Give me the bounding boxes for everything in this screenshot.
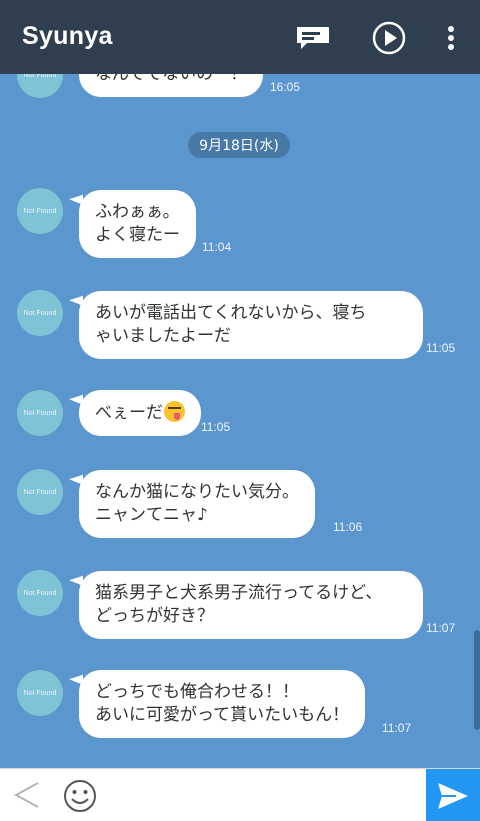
message-bubble[interactable]: あいが電話出てくれないから、寝ち ゃいましたよーだ (79, 291, 423, 359)
message-bubble[interactable]: なんででないのー！ (79, 74, 264, 97)
date-separator: 9月18日(水) (188, 132, 290, 158)
message-time: 16:05 (270, 80, 301, 94)
message-time: 11:04 (202, 240, 232, 254)
message-bubble[interactable]: ふわぁぁ。 よく寝たー (79, 190, 196, 258)
message-bubble[interactable]: なんか猫になりたい気分。 ニャンてニャ♪ (79, 470, 315, 538)
notes-icon[interactable] (294, 20, 332, 56)
chat-area[interactable]: Not Found なんででないのー！ 16:05 9月18日(水) Not F… (0, 74, 480, 768)
top-bar: Syunya (0, 0, 480, 74)
message-bubble[interactable]: どっちでも俺合わせる！！ あいに可愛がって貰いたいもん！ (79, 670, 366, 738)
message-time: 11:06 (333, 520, 363, 534)
avatar[interactable]: Not Found (17, 670, 63, 716)
avatar[interactable]: Not Found (17, 469, 63, 515)
chat-title: Syunya (22, 22, 113, 50)
avatar[interactable]: Not Found (17, 390, 63, 436)
smiley-icon[interactable] (62, 778, 98, 814)
play-icon[interactable] (370, 20, 408, 56)
avatar[interactable]: Not Found (17, 188, 63, 234)
message-time: 11:05 (201, 420, 231, 434)
message-bubble[interactable]: べぇーだ (79, 390, 201, 436)
scrollbar[interactable] (474, 630, 480, 730)
input-bar (0, 768, 480, 821)
message-time: 11:07 (382, 721, 412, 735)
send-icon (438, 782, 468, 809)
avatar[interactable]: Not Found (17, 74, 63, 98)
message-time: 11:05 (426, 341, 456, 355)
avatar[interactable]: Not Found (17, 570, 63, 616)
back-chevron-icon[interactable] (12, 779, 42, 811)
message-bubble[interactable]: 猫系男子と犬系男子流行ってるけど、 どっちが好き？ (79, 571, 423, 639)
send-button[interactable] (426, 769, 480, 821)
tongue-out-emoji (164, 401, 185, 422)
more-vert-icon[interactable] (440, 20, 462, 56)
message-time: 11:07 (426, 621, 456, 635)
avatar[interactable]: Not Found (17, 290, 63, 336)
